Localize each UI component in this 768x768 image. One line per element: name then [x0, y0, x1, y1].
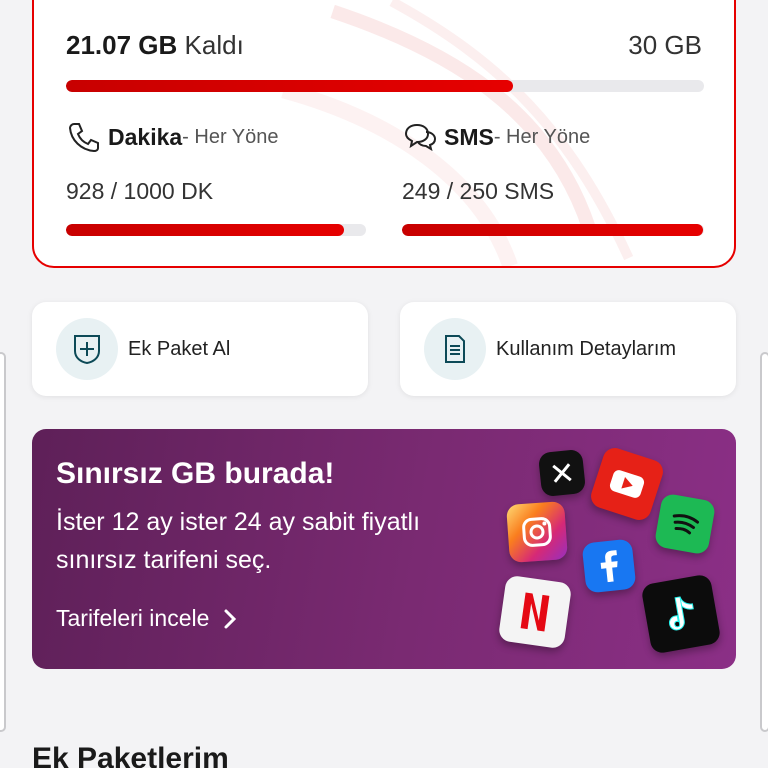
- view-tariffs-link[interactable]: Tarifeleri incele: [56, 605, 237, 632]
- buy-extra-package-label: Ek Paket Al: [128, 337, 231, 360]
- minutes-progress-bar: [66, 224, 366, 236]
- minutes-label: Dakika: [108, 123, 183, 150]
- minutes-progress-fill: [66, 224, 345, 236]
- chat-bubbles-icon: [404, 123, 437, 152]
- data-remaining-suffix: Kaldı: [184, 30, 244, 60]
- sms-progress-fill: [402, 224, 703, 236]
- unlimited-gb-promo-banner[interactable]: Sınırsız GB burada! İster 12 ay ister 24…: [32, 429, 736, 669]
- data-progress-fill: [66, 80, 513, 92]
- view-tariffs-label: Tarifeleri incele: [56, 605, 210, 631]
- data-total: 30 GB: [628, 30, 702, 60]
- minutes-header: Dakika - Her Yöne: [66, 120, 279, 154]
- promo-description: İster 12 ay ister 24 ay sabit fiyatlı sı…: [56, 508, 421, 574]
- minutes-value: 928 / 1000 DK: [66, 178, 214, 204]
- sms-label: SMS: [444, 123, 494, 150]
- left-carousel-edge[interactable]: [0, 352, 6, 732]
- usage-card: 21.07 GB Kaldı 30 GB Dakika - Her Yöne 9…: [32, 0, 736, 268]
- buy-extra-package-button[interactable]: Ek Paket Al: [32, 302, 368, 396]
- promo-title: Sınırsız GB burada!: [56, 457, 335, 490]
- document-icon: [424, 318, 486, 380]
- usage-details-button[interactable]: Kullanım Detaylarım: [400, 302, 736, 396]
- x-icon: [537, 448, 587, 498]
- minutes-direction: - Her Yöne: [182, 125, 279, 148]
- youtube-icon: [587, 444, 667, 524]
- phone-icon: [68, 123, 99, 153]
- add-package-icon: [56, 318, 118, 380]
- data-progress-bar: [66, 80, 704, 92]
- spotify-icon: [653, 492, 717, 556]
- sms-header: SMS - Her Yöne: [402, 120, 590, 154]
- instagram-icon: [506, 501, 568, 563]
- netflix-icon: [497, 574, 573, 650]
- data-remaining: 21.07 GB Kaldı: [66, 30, 244, 61]
- sms-direction: - Her Yöne: [493, 125, 591, 148]
- facebook-icon: [581, 538, 637, 594]
- extra-packages-section-title: Ek Paketlerim: [32, 742, 229, 768]
- chevron-right-icon: [224, 609, 237, 628]
- sms-progress-bar: [402, 224, 704, 236]
- data-usage-row: 21.07 GB Kaldı 30 GB: [66, 24, 702, 64]
- sms-value: 249 / 250 SMS: [402, 178, 555, 204]
- right-carousel-edge[interactable]: [760, 352, 768, 732]
- tiktok-icon: [640, 573, 722, 655]
- usage-details-label: Kullanım Detaylarım: [496, 337, 677, 360]
- data-remaining-value: 21.07 GB: [66, 30, 178, 60]
